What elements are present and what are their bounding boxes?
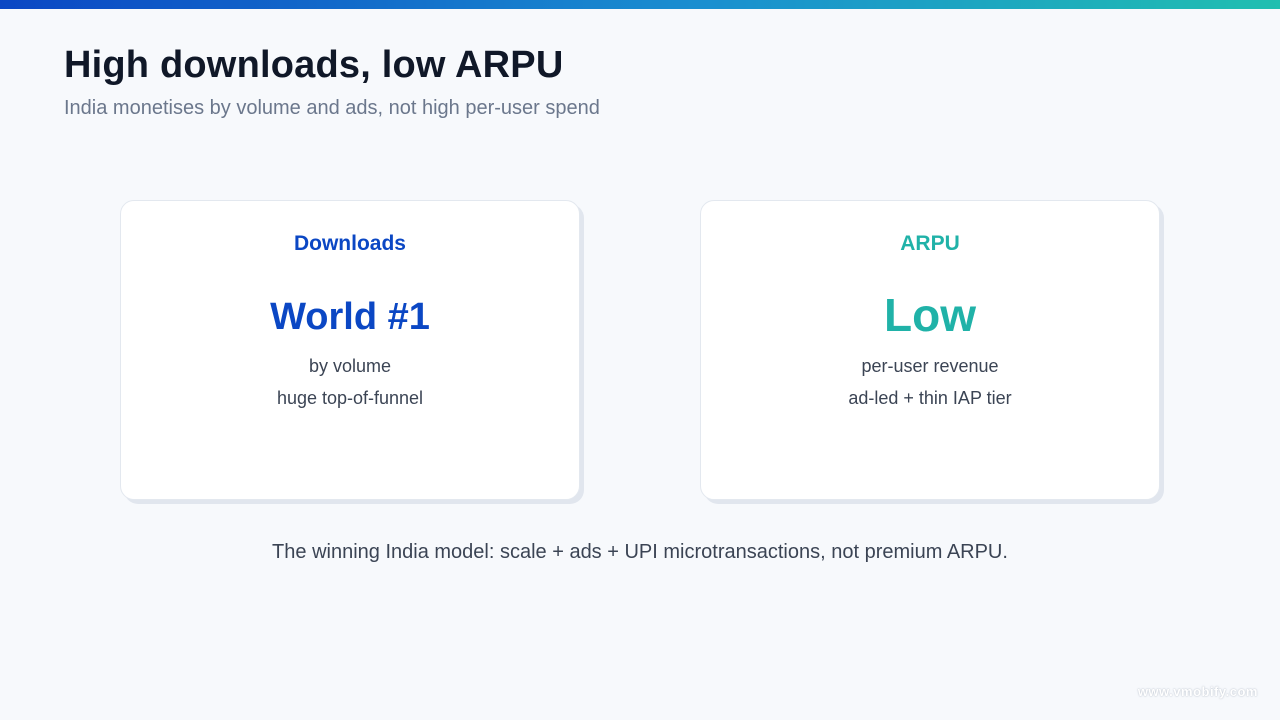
arpu-card: ARPU Low per-user revenue ad-led + thin … bbox=[700, 200, 1160, 500]
arpu-card-line-2: ad-led + thin IAP tier bbox=[848, 388, 1012, 408]
footer-note: The winning India model: scale + ads + U… bbox=[272, 541, 1008, 563]
arpu-card-value: Low bbox=[884, 289, 976, 341]
slide-title: High downloads, low ARPU bbox=[64, 44, 564, 86]
top-accent-bar bbox=[0, 0, 1280, 9]
arpu-card-label: ARPU bbox=[900, 232, 960, 255]
downloads-card: Downloads World #1 by volume huge top-of… bbox=[120, 200, 580, 500]
arpu-card-line-1: per-user revenue bbox=[861, 356, 999, 376]
slide-subtitle: India monetises by volume and ads, not h… bbox=[64, 97, 600, 119]
downloads-card-line-1: by volume bbox=[308, 356, 392, 376]
downloads-card-label: Downloads bbox=[293, 232, 406, 255]
watermark-logo: www.vmobify.com bbox=[1137, 684, 1258, 699]
downloads-card-line-2: huge top-of-funnel bbox=[276, 388, 424, 408]
downloads-card-value: World #1 bbox=[270, 296, 430, 338]
